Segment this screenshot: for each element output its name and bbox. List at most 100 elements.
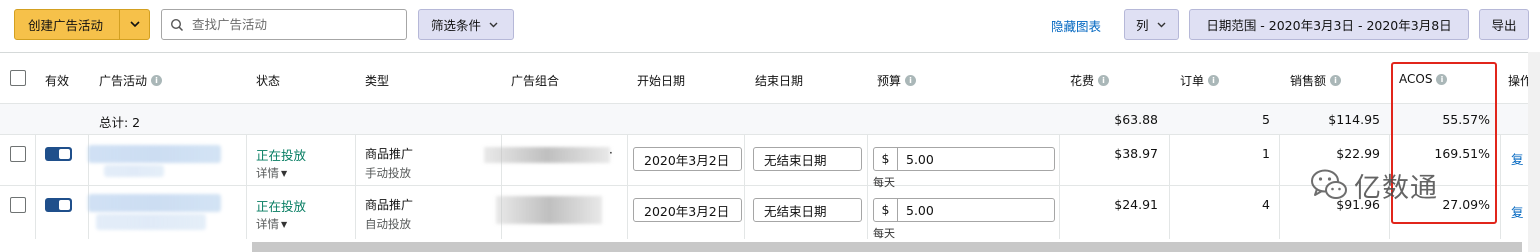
header-sales[interactable]: 销售额 i <box>1290 72 1342 89</box>
search-box <box>161 9 407 40</box>
select-all-checkbox[interactable] <box>10 70 26 86</box>
targeting-text: 自动投放 <box>365 217 411 231</box>
header-orders[interactable]: 订单 i <box>1180 72 1220 89</box>
search-icon <box>162 18 192 32</box>
header-campaign-label: 广告活动 <box>99 74 148 88</box>
total-label: 总计: 2 <box>99 115 141 130</box>
info-icon: i <box>1208 75 1220 86</box>
active-toggle[interactable] <box>45 198 72 212</box>
start-date-value: 2020年3月2日 <box>644 152 730 168</box>
end-date-value: 无结束日期 <box>764 152 827 168</box>
end-date-field[interactable]: 无结束日期 <box>753 198 862 222</box>
end-date-field[interactable]: 无结束日期 <box>753 147 862 171</box>
header-orders-label: 订单 <box>1180 74 1205 88</box>
chevron-down-icon <box>129 21 140 28</box>
table-row: 正在投放 详情 ▼ 商品推广 自动投放 2020年3月2日 无结束日期 $ 5.0… <box>0 186 1540 240</box>
budget-input[interactable]: $ 5.00 <box>873 198 1055 222</box>
header-end-date-label: 结束日期 <box>755 74 804 88</box>
filter-label: 筛选条件 <box>431 18 482 33</box>
sales-value: $22.99 <box>1336 146 1380 161</box>
header-budget-label: 预算 <box>877 74 902 88</box>
chevron-down-icon <box>489 22 498 27</box>
total-sales: $114.95 <box>1328 112 1380 127</box>
header-spend-label: 花费 <box>1070 74 1095 88</box>
vertical-scrollbar[interactable] <box>1528 52 1540 252</box>
details-dropdown[interactable]: 详情 ▼ <box>256 216 287 232</box>
orders-value: 4 <box>1262 197 1270 212</box>
redacted-campaign-subtext <box>104 165 164 177</box>
info-icon: i <box>1098 75 1110 86</box>
search-input[interactable] <box>192 17 392 32</box>
active-toggle[interactable] <box>45 147 72 161</box>
create-campaign-button[interactable]: 创建广告活动 <box>14 9 150 40</box>
chevron-down-icon <box>1157 22 1166 27</box>
export-label: 导出 <box>1491 18 1517 33</box>
status-text: 正在投放 <box>256 148 307 163</box>
budget-value: 5.00 <box>906 202 934 218</box>
status-text: 正在投放 <box>256 199 307 214</box>
horizontal-scrollbar[interactable] <box>252 242 1522 252</box>
portfolio-text: · <box>609 146 613 160</box>
copy-campaign-link[interactable]: 复 <box>1511 149 1524 168</box>
orders-value: 1 <box>1262 146 1270 161</box>
redacted-campaign-name[interactable] <box>88 145 221 163</box>
create-dropdown-toggle[interactable] <box>119 10 149 39</box>
currency-symbol: $ <box>874 199 898 221</box>
type-text: 商品推广 <box>365 147 414 161</box>
toolbar: 创建广告活动 筛选条件 隐藏图表 列 日期范围 - 2020年3月3日 - 20… <box>0 0 1540 52</box>
table-row: 正在投放 详情 ▼ 商品推广 手动投放 · 2020年3月2日 无结束日期 $ 5… <box>0 135 1540 189</box>
columns-label: 列 <box>1136 18 1149 33</box>
header-active-label: 有效 <box>45 74 70 88</box>
spend-value: $24.91 <box>1114 197 1158 212</box>
header-campaign[interactable]: 广告活动 i <box>99 72 163 89</box>
row-checkbox[interactable] <box>10 197 26 213</box>
header-sales-label: 销售额 <box>1290 74 1327 88</box>
watermark-text: 亿数通 <box>1354 172 1438 204</box>
header-type[interactable]: 类型 <box>365 72 389 89</box>
header-portfolio-label: 广告组合 <box>511 74 560 88</box>
total-orders: 5 <box>1262 112 1270 127</box>
header-end-date[interactable]: 结束日期 <box>755 72 803 89</box>
spend-value: $38.97 <box>1114 146 1158 161</box>
redacted-portfolio <box>484 147 610 163</box>
start-date-field[interactable]: 2020年3月2日 <box>633 198 742 222</box>
targeting-text: 手动投放 <box>365 166 411 180</box>
table-header-row: 有效 广告活动 i 状态 类型 广告组合 开始日期 结束日期 预算 i 花费 i 订单… <box>0 53 1540 104</box>
export-button[interactable]: 导出 <box>1479 9 1529 40</box>
header-active[interactable]: 有效 <box>45 72 69 89</box>
date-range-button[interactable]: 日期范围 - 2020年3月3日 - 2020年3月8日 <box>1189 9 1469 40</box>
budget-input[interactable]: $ 5.00 <box>873 147 1055 171</box>
details-label: 详情 <box>256 166 279 180</box>
budget-period: 每天 <box>873 227 895 240</box>
header-type-label: 类型 <box>365 74 390 88</box>
end-date-value: 无结束日期 <box>764 203 827 219</box>
watermark: 亿数通 <box>1310 165 1492 205</box>
caret-down-icon: ▼ <box>281 219 288 229</box>
total-spend: $63.88 <box>1114 112 1158 127</box>
table-total-row: 总计: 2 $63.88 5 $114.95 55.57% <box>0 104 1540 135</box>
header-start-date-label: 开始日期 <box>637 74 686 88</box>
start-date-value: 2020年3月2日 <box>644 203 730 219</box>
details-dropdown[interactable]: 详情 ▼ <box>256 165 287 181</box>
start-date-field[interactable]: 2020年3月2日 <box>633 147 742 171</box>
currency-symbol: $ <box>874 148 898 170</box>
budget-value: 5.00 <box>906 151 934 167</box>
hide-chart-link[interactable]: 隐藏图表 <box>1051 16 1101 35</box>
caret-down-icon: ▼ <box>281 168 288 178</box>
header-spend[interactable]: 花费 i <box>1070 72 1110 89</box>
redacted-campaign-subtext <box>96 214 206 230</box>
create-campaign-label: 创建广告活动 <box>28 18 104 33</box>
header-status-label: 状态 <box>256 74 281 88</box>
columns-button[interactable]: 列 <box>1124 9 1179 40</box>
redacted-portfolio <box>496 196 602 224</box>
copy-campaign-link[interactable]: 复 <box>1511 202 1524 221</box>
wechat-icon <box>1311 169 1347 199</box>
row-checkbox[interactable] <box>10 146 26 162</box>
redacted-campaign-name[interactable] <box>88 194 221 212</box>
header-status[interactable]: 状态 <box>256 72 280 89</box>
filter-button[interactable]: 筛选条件 <box>418 9 514 40</box>
header-start-date[interactable]: 开始日期 <box>637 72 685 89</box>
header-budget[interactable]: 预算 i <box>877 72 917 89</box>
header-portfolio[interactable]: 广告组合 <box>511 72 559 89</box>
date-range-label: 日期范围 - 2020年3月3日 - 2020年3月8日 <box>1206 18 1452 33</box>
